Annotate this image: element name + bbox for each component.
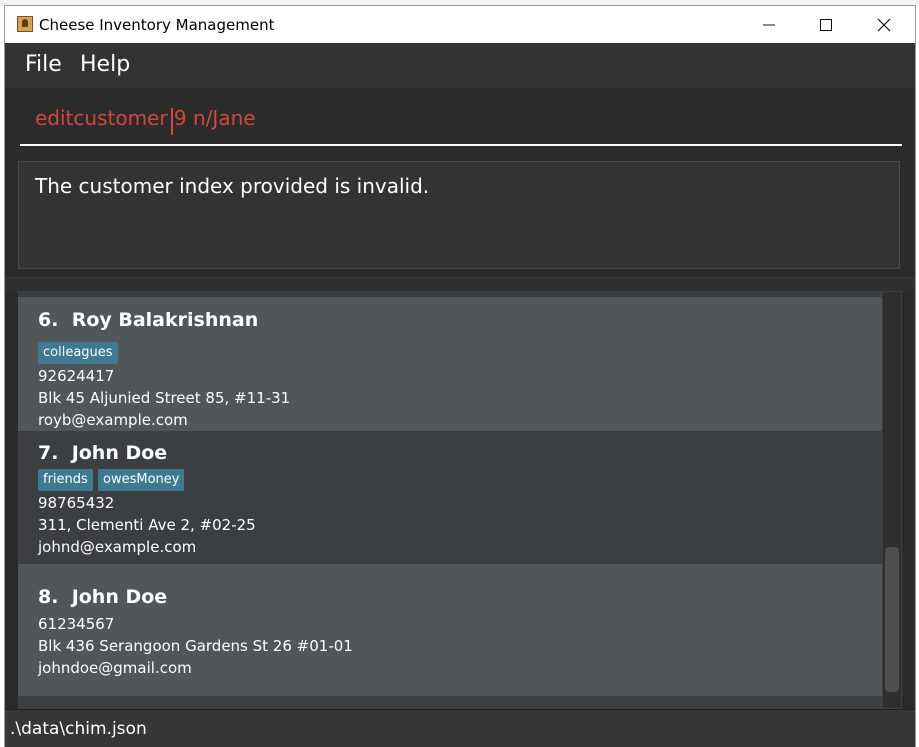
menu-help[interactable]: Help [80, 52, 130, 77]
app-window: Cheese Inventory Management File Help ed… [5, 6, 915, 747]
pane-divider[interactable] [5, 277, 915, 292]
tag-badge: owesMoney [98, 469, 185, 491]
window-title: Cheese Inventory Management [39, 16, 275, 34]
customer-card[interactable]: 6. Roy Balakrishnan colleagues 92624417 … [18, 297, 882, 431]
scrollbar-thumb[interactable] [885, 547, 899, 692]
tag-badge: colleagues [38, 342, 118, 364]
customer-list[interactable]: 6. Roy Balakrishnan colleagues 92624417 … [18, 291, 902, 709]
save-file-path: .\data\chim.json [10, 719, 147, 739]
customer-address: Blk 45 Aljunied Street 85, #11-31 [38, 389, 291, 407]
customer-email: johnd@example.com [38, 538, 197, 556]
customer-index-name: 7. John Doe [38, 442, 167, 464]
command-underline [20, 144, 902, 146]
customer-index-name: 8. John Doe [38, 586, 167, 608]
customer-address: Blk 436 Serangoon Gardens St 26 #01-01 [38, 637, 353, 655]
title-bar: Cheese Inventory Management [5, 6, 915, 43]
command-box[interactable]: editcustomer 9 n/Jane [5, 88, 915, 151]
close-button[interactable] [855, 6, 913, 43]
text-caret [171, 108, 173, 135]
customer-address: 311, Clementi Ave 2, #02-25 [38, 516, 256, 534]
customer-name: John Doe [71, 442, 168, 464]
customer-name: John Doe [71, 586, 168, 608]
menu-bar: File Help [5, 43, 915, 89]
customer-index: 8. [38, 586, 59, 608]
customer-index-name: 6. Roy Balakrishnan [38, 309, 258, 331]
customer-phone: 98765432 [38, 494, 115, 512]
customer-email: royb@example.com [38, 411, 188, 429]
result-message: The customer index provided is invalid. [35, 174, 430, 198]
command-input[interactable]: editcustomer 9 n/Jane [35, 106, 256, 130]
close-icon [877, 18, 891, 31]
customer-card[interactable]: 8. John Doe 61234567 Blk 436 Serangoon G… [18, 564, 882, 696]
minimize-button[interactable] [740, 6, 798, 43]
customer-email: johndoe@gmail.com [38, 659, 192, 677]
customer-index: 7. [38, 442, 59, 464]
customer-card[interactable]: 7. John Doe friends owesMoney 98765432 3… [18, 431, 882, 564]
customer-name: Roy Balakrishnan [71, 309, 259, 331]
customer-phone: 61234567 [38, 615, 115, 633]
status-bar: .\data\chim.json [5, 709, 915, 747]
menu-file[interactable]: File [25, 52, 62, 77]
result-display: The customer index provided is invalid. [18, 161, 900, 269]
customer-phone: 92624417 [38, 367, 115, 385]
tag-badge: friends [38, 469, 93, 491]
maximize-icon [820, 18, 832, 31]
customer-index: 6. [38, 309, 59, 331]
minimize-icon [763, 24, 775, 25]
maximize-button[interactable] [797, 6, 855, 43]
app-icon [17, 16, 33, 32]
